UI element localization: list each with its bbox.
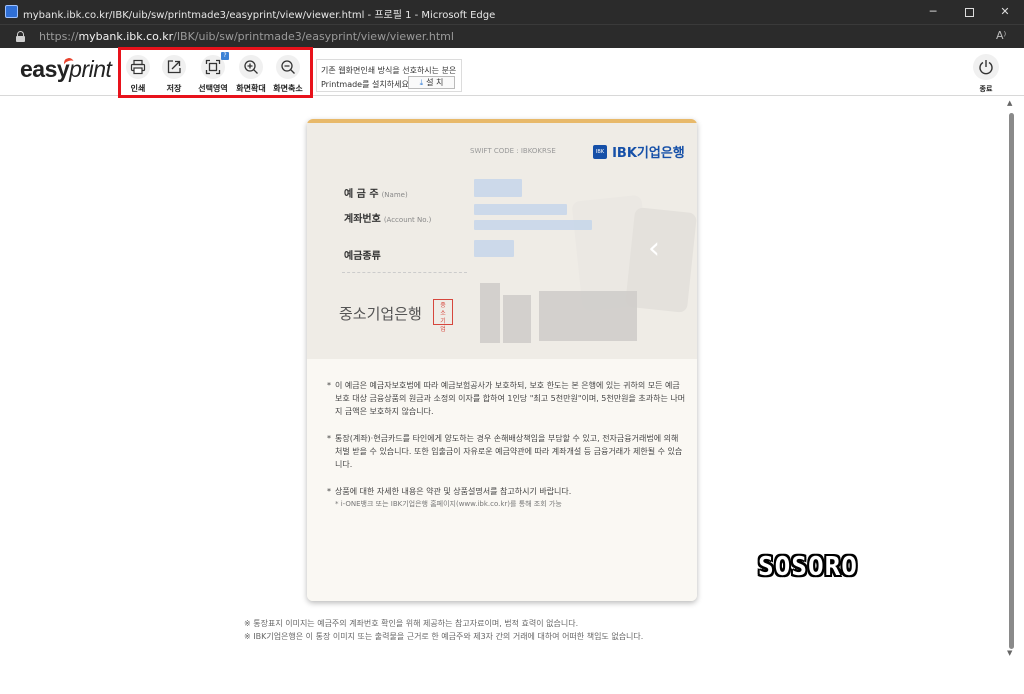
zoom-out-label: 화면축소	[273, 84, 303, 93]
minimize-button[interactable]: ─	[916, 0, 950, 24]
notice-item: * 상품에 대한 자세한 내용은 약관 및 상품설명서를 참고하시기 바랍니다.	[327, 485, 687, 498]
redacted-holder-name	[474, 179, 522, 197]
holder-label-en: (Name)	[381, 191, 408, 199]
notice-section: * 이 예금은 예금자보호법에 따라 예금보험공사가 보호하되, 보호 한도는 본…	[307, 359, 697, 601]
crop-area-icon	[205, 59, 221, 75]
maximize-icon	[964, 7, 974, 17]
account-field-label: 계좌번호 (Account No.)	[344, 210, 431, 225]
vertical-scrollbar[interactable]: ▲ ▼	[1004, 97, 1018, 663]
note-marker: *	[327, 434, 331, 443]
url-text[interactable]: https://mybank.ibk.co.kr/IBK/uib/sw/prin…	[39, 30, 454, 43]
zoom-out-icon	[281, 60, 295, 74]
swift-code: SWIFT CODE : IBKOKRSE	[470, 147, 556, 155]
scroll-down-arrow-icon[interactable]: ▼	[1007, 649, 1012, 657]
title-bar: mybank.ibk.co.kr/IBK/uib/sw/printmade3/e…	[0, 0, 1024, 24]
url-path: /IBK/uib/sw/printmade3/easyprint/view/vi…	[173, 30, 454, 43]
notice-transfer-warning: 통장(계좌)·현금카드를 타인에게 양도하는 경우 손해배상책임을 부담할 수 …	[335, 434, 683, 469]
install-button[interactable]: ⤓ 설 치	[408, 76, 455, 89]
edge-page-icon	[5, 5, 18, 18]
help-badge-icon: ?	[221, 52, 229, 60]
holder-field-label: 예 금 주 (Name)	[344, 185, 408, 200]
printer-icon	[130, 59, 146, 75]
note-marker: *	[327, 487, 331, 496]
notice-item: * 이 예금은 예금자보호법에 따라 예금보험공사가 보호하되, 보호 한도는 본…	[327, 379, 687, 418]
zoom-out-button[interactable]: 화면축소	[270, 55, 306, 95]
read-aloud-icon[interactable]: A⁾	[996, 29, 1006, 42]
save-export-icon	[167, 60, 181, 74]
download-icon: ⤓	[419, 78, 424, 87]
logo-print-text: print	[69, 56, 112, 82]
bank-name: 중소기업은행	[339, 305, 422, 323]
notice-item: * 통장(계좌)·현금카드를 타인에게 양도하는 경우 손해배상책임을 부담할 수…	[327, 432, 687, 471]
footer-disclaimer-2: ※ IBK기업은행은 이 통장 이미지 또는 출력물을 근거로 한 예금주와 제…	[244, 632, 644, 641]
watermark: SOSORO	[758, 552, 858, 582]
lock-icon[interactable]	[16, 31, 25, 42]
url-host: mybank.ibk.co.kr	[78, 30, 174, 43]
redacted-branch-2	[503, 295, 531, 343]
type-label-ko: 예금종류	[344, 251, 381, 262]
type-field-label: 예금종류	[344, 247, 381, 262]
chevron-left-icon: ‹	[648, 231, 660, 266]
redacted-deposit-type	[474, 240, 514, 257]
redacted-account-number-2	[474, 220, 592, 230]
scroll-thumb[interactable]	[1009, 113, 1014, 649]
easyprint-logo: easyprint	[20, 56, 112, 83]
window-title: mybank.ibk.co.kr/IBK/uib/sw/printmade3/e…	[23, 10, 496, 21]
url-scheme: https://	[39, 30, 79, 43]
notice-deposit-protection: 이 예금은 예금자보호법에 따라 예금보험공사가 보호하되, 보호 한도는 본 …	[335, 381, 686, 416]
address-bar[interactable]: https://mybank.ibk.co.kr/IBK/uib/sw/prin…	[0, 24, 1024, 48]
ibk-logo-text: IBK기업은행	[612, 146, 685, 161]
ibk-logo-mark-icon: IBK	[593, 144, 607, 159]
scroll-up-arrow-icon[interactable]: ▲	[1007, 99, 1012, 107]
promo-line-2: Printmade를 설치하세요	[321, 80, 409, 89]
bank-seal-stamp: 중소기업	[433, 299, 453, 333]
select-area-button[interactable]: ? 선택영역	[195, 52, 231, 95]
zoom-in-icon	[244, 60, 258, 74]
close-button[interactable]: ✕	[988, 0, 1022, 24]
note-marker: *	[327, 381, 331, 390]
logo-easy-text: easy	[20, 56, 70, 82]
holder-label-ko: 예 금 주	[344, 189, 379, 200]
card-upper-section: SWIFT CODE : IBKOKRSE IBK IBK기업은행 ‹ 예 금 …	[307, 123, 697, 359]
promo-line-1: 기존 웹화면인쇄 방식을 선호하시는 분은	[321, 66, 457, 75]
dashed-divider	[342, 272, 467, 273]
account-label-en: (Account No.)	[383, 216, 432, 224]
passbook-card: SWIFT CODE : IBKOKRSE IBK IBK기업은행 ‹ 예 금 …	[307, 119, 697, 601]
redacted-account-number-1	[474, 204, 567, 215]
maximize-button[interactable]	[952, 0, 986, 24]
exit-label: 종료	[979, 85, 993, 93]
ibk-logo: IBK IBK기업은행	[593, 141, 685, 161]
exit-button[interactable]: 종료	[972, 54, 1000, 94]
notice-subnote: * i-ONE뱅크 또는 IBK기업은행 홈페이지(www.ibk.co.kr)…	[335, 500, 562, 508]
notice-product-info: 상품에 대한 자세한 내용은 약관 및 상품설명서를 참고하시기 바랍니다.	[335, 487, 572, 496]
account-label-ko: 계좌번호	[344, 214, 381, 225]
install-label: 설 치	[426, 78, 444, 87]
power-icon	[979, 60, 993, 75]
footer-disclaimer-1: ※ 통장표지 이미지는 예금주의 계좌번호 확인을 위해 제공하는 참고자료이며…	[244, 619, 579, 628]
redacted-branch-1	[480, 283, 500, 343]
printmade-promo-box: 기존 웹화면인쇄 방식을 선호하시는 분은 Printmade를 설치하세요 ⤓…	[316, 59, 462, 92]
redacted-branch-info	[539, 291, 637, 341]
save-button[interactable]: 저장	[156, 55, 192, 95]
